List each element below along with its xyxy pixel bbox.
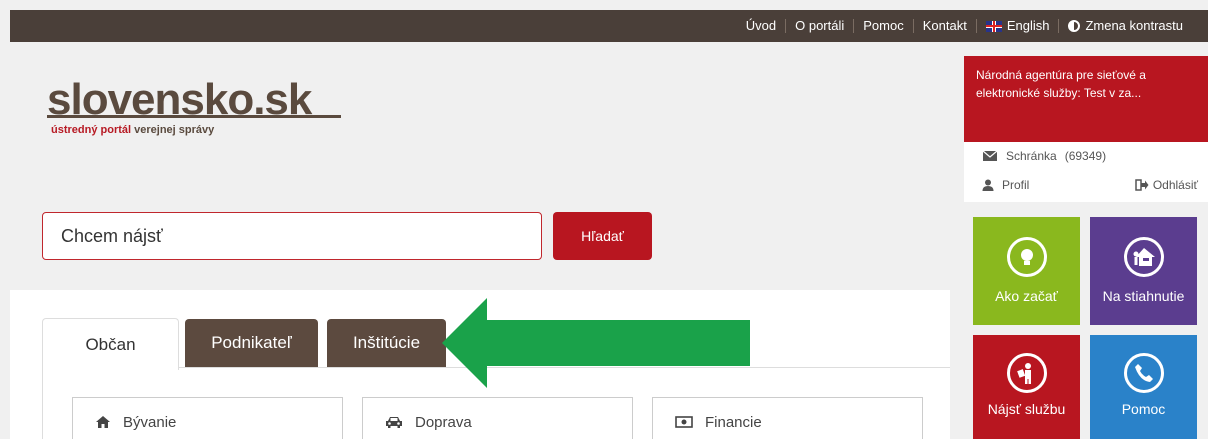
logout-label: Odhlásiť: [1152, 178, 1198, 192]
tab-podnikatel-label: Podnikateľ: [211, 333, 292, 352]
search-placeholder: Chcem nájsť: [61, 225, 163, 246]
category-byvanie-label: Bývanie: [123, 413, 177, 431]
tab-institucie[interactable]: Inštitúcie: [327, 319, 446, 367]
notification-text: Národná agentúra pre sieťové a elektroni…: [976, 68, 1146, 100]
home-icon: [96, 416, 110, 428]
tile-na-stiahnutie-label: Na stiahnutie: [1102, 288, 1185, 304]
nav-english[interactable]: English: [975, 18, 1059, 33]
logo-subtitle-red: ústredný portál: [51, 124, 132, 136]
tab-obcan-label: Občan: [85, 334, 136, 354]
car-icon: [386, 417, 402, 428]
nav-o-portali-label: O portáli: [795, 18, 845, 33]
tile-pomoc-label: Pomoc: [1121, 401, 1166, 417]
notification-banner[interactable]: Národná agentúra pre sieťové a elektroni…: [964, 56, 1208, 142]
logo-subtitle: ústredný portál verejnej správy: [51, 124, 214, 136]
user-icon: [982, 179, 994, 191]
mailbox-link[interactable]: Schránka (69349): [982, 149, 1106, 163]
tile-ako-zacat-label: Ako začať: [995, 288, 1058, 304]
search-button-label: Hľadať: [581, 228, 624, 244]
mailbox-label: Schránka: [1006, 149, 1057, 163]
top-nav-bar: Úvod O portáli Pomoc Kontakt English Zme…: [10, 10, 1208, 42]
tab-podnikatel[interactable]: Podnikateľ: [185, 319, 318, 367]
nav-pomoc-label: Pomoc: [863, 18, 904, 33]
tab-institucie-label: Inštitúcie: [352, 333, 421, 352]
logout-icon: [1135, 179, 1149, 191]
tile-na-stiahnutie[interactable]: Na stiahnutie: [1090, 217, 1197, 325]
nav-english-label: English: [1006, 18, 1050, 33]
tile-ako-zacat[interactable]: Ako začať: [973, 217, 1080, 325]
nav-o-portali[interactable]: O portáli: [785, 19, 853, 33]
uk-flag-icon: [985, 20, 1002, 32]
lightbulb-icon: [1006, 237, 1047, 277]
nav-contrast-label: Zmena kontrastu: [1085, 18, 1183, 33]
category-byvanie[interactable]: Bývanie: [72, 397, 343, 439]
category-financie[interactable]: Financie: [652, 397, 923, 439]
tile-pomoc[interactable]: Pomoc: [1090, 335, 1197, 439]
nav-uvod-label: Úvod: [745, 18, 777, 33]
annotation-arrow: [442, 298, 750, 388]
search-button[interactable]: Hľadať: [553, 212, 652, 260]
category-doprava-label: Doprava: [415, 413, 472, 431]
nav-kontakt[interactable]: Kontakt: [912, 18, 976, 33]
money-icon: [675, 416, 693, 428]
tile-najst-sluzbu-label: Nájsť službu: [987, 401, 1066, 417]
mailbox-count: (69349): [1064, 149, 1107, 163]
category-doprava[interactable]: Doprava: [362, 397, 633, 439]
nav-kontakt-label: Kontakt: [922, 18, 967, 33]
contrast-icon: [1068, 20, 1081, 32]
category-financie-label: Financie: [705, 413, 762, 431]
service-person-icon: [1006, 353, 1047, 393]
profile-label: Profil: [1002, 178, 1030, 192]
logout-link[interactable]: Odhlásiť: [1135, 178, 1198, 192]
profile-link[interactable]: Profil: [982, 178, 1029, 192]
download-person-icon: [1123, 237, 1164, 277]
envelope-icon: [982, 150, 998, 161]
phone-icon: [1123, 353, 1164, 393]
tile-najst-sluzbu[interactable]: Nájsť službu: [973, 335, 1080, 439]
tab-obcan[interactable]: Občan: [42, 318, 179, 370]
search-input[interactable]: Chcem nájsť: [42, 212, 542, 260]
nav-uvod[interactable]: Úvod: [737, 19, 785, 33]
nav-pomoc[interactable]: Pomoc: [853, 19, 912, 33]
nav-contrast[interactable]: Zmena kontrastu: [1058, 19, 1192, 33]
logo-subtitle-brown: verejnej správy: [134, 124, 215, 136]
logo-underline: [47, 115, 341, 118]
top-nav: Úvod O portáli Pomoc Kontakt English Zme…: [737, 10, 1192, 42]
